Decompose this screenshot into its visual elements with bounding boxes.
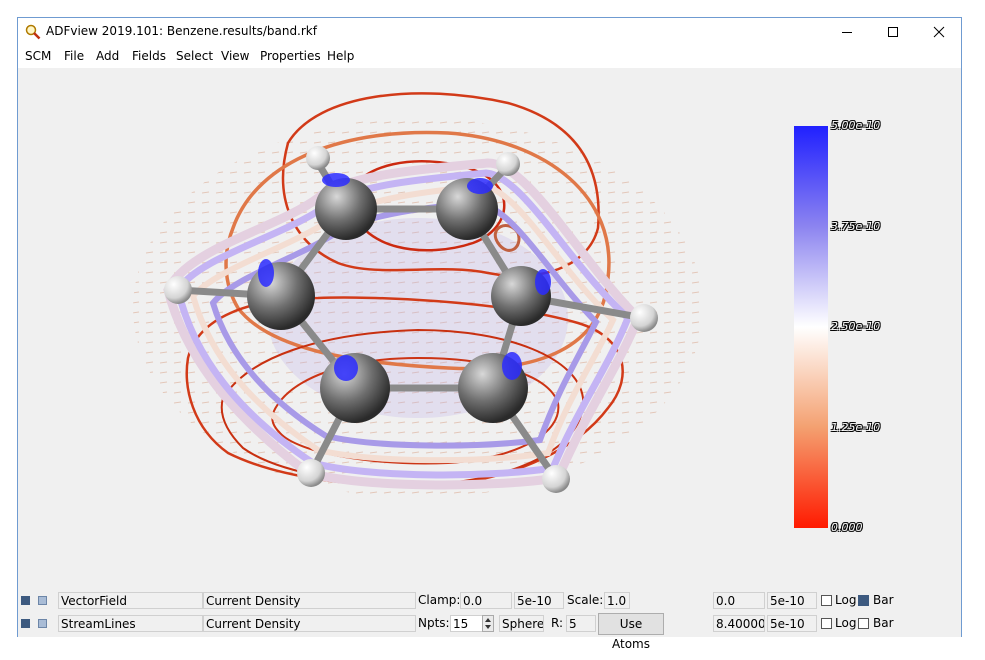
clamp-min-input[interactable]: 0.0	[460, 592, 512, 609]
color-bar	[794, 126, 828, 528]
type-field[interactable]: StreamLines	[58, 615, 203, 632]
menu-properties[interactable]: Properties	[260, 49, 321, 63]
adfview-app-icon	[25, 24, 41, 40]
menu-view[interactable]: View	[221, 49, 249, 63]
streamlines-row: StreamLines Current Density Npts: 15 Sph…	[18, 613, 961, 651]
window-title: ADFview 2019.101: Benzene.results/band.r…	[46, 24, 317, 38]
bar-label: Bar	[873, 593, 894, 607]
range-max-input[interactable]: 5e-10	[767, 592, 817, 609]
maximize-icon	[888, 27, 898, 37]
npts-spinbox[interactable]: 15	[450, 615, 484, 632]
density-field[interactable]: Current Density	[203, 592, 416, 609]
log-checkbox[interactable]	[821, 618, 832, 629]
type-field[interactable]: VectorField	[58, 592, 203, 609]
use-atoms-button[interactable]: Use Atoms	[598, 613, 664, 651]
3d-viewport[interactable]: 5.00e-10 3.75e-10 2.50e-10 1.25e-10 0.00…	[18, 68, 961, 590]
menu-bar: SCM File Add Fields Select View Properti…	[18, 46, 961, 68]
close-icon	[933, 26, 945, 38]
colorbar-label-min: 0.000	[831, 521, 863, 534]
clamp-label: Clamp:	[418, 593, 461, 607]
bar-checkbox[interactable]	[858, 595, 869, 606]
bar-label: Bar	[873, 616, 894, 630]
log-label: Log	[835, 593, 857, 607]
menu-add[interactable]: Add	[96, 49, 119, 63]
log-label: Log	[835, 616, 857, 630]
scale-label: Scale:	[567, 593, 604, 607]
title-bar[interactable]: ADFview 2019.101: Benzene.results/band.r…	[18, 18, 961, 46]
density-field[interactable]: Current Density	[203, 615, 416, 632]
npts-label: Npts:	[418, 616, 450, 630]
close-button[interactable]	[916, 18, 962, 46]
scale-input[interactable]: 1.0	[604, 592, 630, 609]
vectorfield-row: VectorField Current Density Clamp: 0.0 5…	[18, 590, 961, 612]
shape-field[interactable]: Sphere	[499, 615, 544, 632]
menu-scm[interactable]: SCM	[25, 49, 51, 63]
colorbar-label-max: 5.00e-10	[831, 119, 881, 132]
visibility-toggle[interactable]	[21, 596, 30, 605]
colorbar-label-mid: 2.50e-10	[831, 320, 881, 333]
field-control-panel: VectorField Current Density Clamp: 0.0 5…	[18, 590, 961, 651]
npts-spin-arrows[interactable]	[482, 615, 494, 632]
range-min-input[interactable]: 0.0	[713, 592, 765, 609]
select-toggle[interactable]	[38, 596, 47, 605]
menu-fields[interactable]: Fields	[132, 49, 166, 63]
app-window: ADFview 2019.101: Benzene.results/band.r…	[17, 17, 962, 651]
minimize-button[interactable]	[824, 18, 870, 46]
molecule-render	[133, 92, 828, 528]
minimize-icon	[842, 32, 852, 33]
menu-help[interactable]: Help	[327, 49, 354, 63]
menu-file[interactable]: File	[64, 49, 84, 63]
radius-label: R:	[551, 616, 564, 630]
menu-select[interactable]: Select	[176, 49, 213, 63]
spin-arrows-icon	[485, 618, 491, 629]
log-checkbox[interactable]	[821, 595, 832, 606]
clamp-max-input[interactable]: 5e-10	[514, 592, 564, 609]
colorbar-label-q1: 1.25e-10	[831, 421, 881, 434]
range-min-input[interactable]: 8.400000	[713, 615, 765, 632]
visibility-toggle[interactable]	[21, 619, 30, 628]
maximize-button[interactable]	[870, 18, 916, 46]
colorbar-label-q3: 3.75e-10	[831, 220, 881, 233]
select-toggle[interactable]	[38, 619, 47, 628]
bar-checkbox[interactable]	[858, 618, 869, 629]
range-max-input[interactable]: 5e-10	[767, 615, 817, 632]
radius-input[interactable]: 5	[566, 615, 596, 632]
